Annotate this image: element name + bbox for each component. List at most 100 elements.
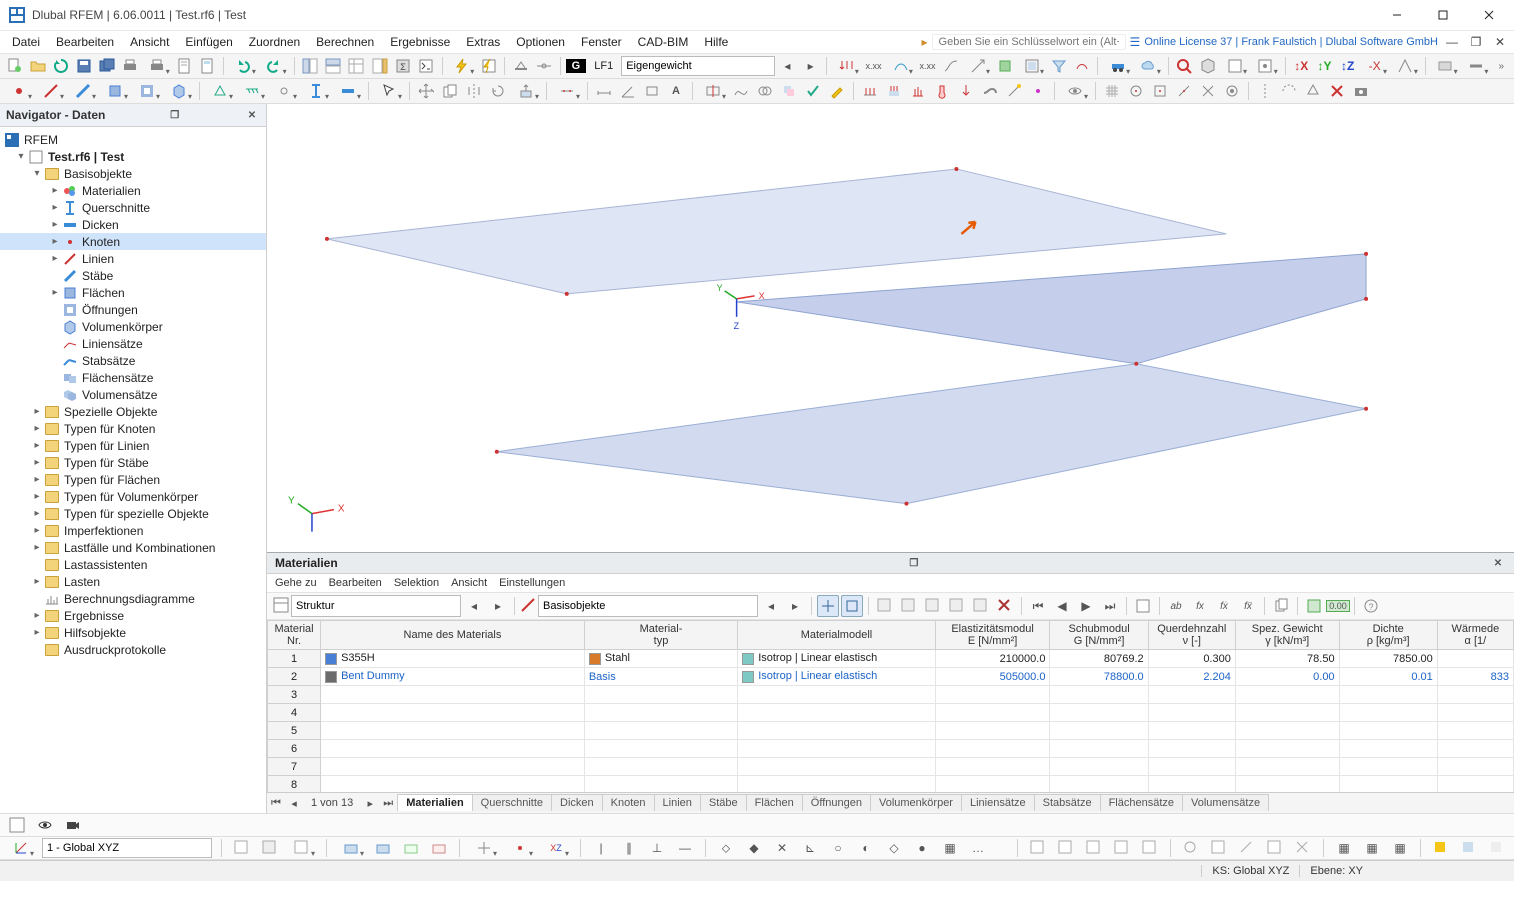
collapse-icon[interactable]: ▾	[30, 168, 44, 179]
section-button[interactable]	[301, 80, 331, 102]
axis-z-button[interactable]: ↕Z	[1337, 55, 1358, 77]
support-node-button[interactable]	[205, 80, 235, 102]
table-row[interactable]: 4	[268, 704, 1514, 722]
tree-spezielle[interactable]: ▸Spezielle Objekte	[0, 403, 266, 420]
tree-querschnitte[interactable]: ▸Querschnitte	[0, 199, 266, 216]
tree-lastassistenten[interactable]: Lastassistenten	[0, 556, 266, 573]
menu-extras[interactable]: Extras	[458, 33, 508, 51]
close-button[interactable]	[1466, 0, 1512, 30]
expand-icon[interactable]: ▸	[30, 457, 44, 468]
snap1-button[interactable]	[1125, 80, 1147, 102]
axis-y-button[interactable]: ↕Y	[1314, 55, 1335, 77]
tree-basisobjekte[interactable]: ▾ Basisobjekte	[0, 165, 266, 182]
mirror-button[interactable]	[463, 80, 485, 102]
pipe-button[interactable]	[979, 80, 1001, 102]
tree-imperfektionen[interactable]: ▸Imperfektionen	[0, 522, 266, 539]
panel-filter-button[interactable]	[1132, 595, 1154, 617]
redo-button[interactable]	[260, 55, 289, 77]
expand-icon[interactable]: ▸	[30, 423, 44, 434]
menu-bearbeiten[interactable]: Bearbeiten	[48, 33, 122, 51]
right-btn-3[interactable]	[1083, 837, 1105, 859]
panel-btn-c[interactable]	[922, 595, 944, 617]
panel-undock-button[interactable]: ❐	[906, 555, 922, 571]
panel-fx1-button[interactable]: fx	[1189, 595, 1211, 617]
panel-fx3-button[interactable]: fẍ	[1237, 595, 1259, 617]
visibility-button[interactable]	[1060, 80, 1090, 102]
new-model-button[interactable]	[4, 55, 25, 77]
expand-icon[interactable]: ▸	[30, 610, 44, 621]
tree-volumen[interactable]: Volumenkörper	[0, 318, 266, 335]
panel-btn-e[interactable]	[970, 595, 992, 617]
edit-node-button[interactable]	[826, 80, 848, 102]
panel-next1-button[interactable]: ▸	[487, 595, 509, 617]
table-row[interactable]: 5	[268, 722, 1514, 740]
select-button[interactable]	[374, 80, 404, 102]
col-num[interactable]: Material Nr.	[268, 621, 321, 650]
panel-fx2-button[interactable]: fẋ	[1213, 595, 1235, 617]
extrude-button[interactable]	[511, 80, 541, 102]
tree-dicken[interactable]: ▸Dicken	[0, 216, 266, 233]
right-grid-2[interactable]: ▦	[1361, 837, 1383, 859]
bool-button[interactable]	[778, 80, 800, 102]
right-btn-1[interactable]	[1027, 837, 1049, 859]
line-load-button[interactable]	[859, 80, 881, 102]
expand-icon[interactable]: ▸	[48, 287, 62, 298]
wp-camera-button[interactable]	[62, 814, 84, 836]
panel-menu-selektion[interactable]: Selektion	[394, 577, 439, 589]
axis-custom-button[interactable]	[1391, 55, 1420, 77]
table-row[interactable]: 3	[268, 686, 1514, 704]
col-model[interactable]: Materialmodell	[738, 621, 936, 650]
new-node-button[interactable]	[4, 80, 34, 102]
cs-grid2-button[interactable]	[372, 837, 394, 859]
tab-liniensätze[interactable]: Liniensätze	[961, 794, 1035, 811]
right-btn-10[interactable]	[1292, 837, 1314, 859]
panel-btn-d[interactable]	[946, 595, 968, 617]
imposed-button[interactable]	[955, 80, 977, 102]
panel-goto-first-button[interactable]: ⏮	[1027, 595, 1049, 617]
print-button[interactable]	[120, 55, 141, 77]
tab-öffnungen[interactable]: Öffnungen	[802, 794, 871, 811]
view-user-button[interactable]	[1251, 55, 1280, 77]
tree-liniensaetze[interactable]: Liniensätze	[0, 335, 266, 352]
navigator-tree[interactable]: RFEM ▾ Test.rf6 | Test ▾ Basisobjekte ▸M…	[0, 127, 266, 813]
calc-button[interactable]: Σ	[392, 55, 413, 77]
cs-grid-button[interactable]	[336, 837, 366, 859]
new-surface-button[interactable]	[100, 80, 130, 102]
tab-materialien[interactable]: Materialien	[397, 794, 472, 811]
guide2-button[interactable]	[1278, 80, 1300, 102]
col-gamma[interactable]: Spez. Gewicht γ [kN/m³]	[1235, 621, 1339, 650]
cs-btn-2[interactable]	[259, 837, 281, 859]
snap-int[interactable]: ✕	[771, 837, 793, 859]
tree-typen-linien[interactable]: ▸Typen für Linien	[0, 437, 266, 454]
tab-querschnitte[interactable]: Querschnitte	[472, 794, 552, 811]
results-show-button[interactable]	[886, 55, 915, 77]
hinge-button[interactable]	[269, 80, 299, 102]
tabs-prev-button[interactable]: ◂	[285, 797, 303, 810]
expand-icon[interactable]: ▸	[30, 406, 44, 417]
tree-typen-flaechen[interactable]: ▸Typen für Flächen	[0, 471, 266, 488]
area-load-button[interactable]	[883, 80, 905, 102]
lightning-button[interactable]	[447, 55, 476, 77]
panel-goto-prev-button[interactable]: ◀	[1051, 595, 1073, 617]
tab-knoten[interactable]: Knoten	[602, 794, 655, 811]
col-nu[interactable]: Querdehnzahl ν [-]	[1148, 621, 1235, 650]
cs-btn-1[interactable]	[231, 837, 253, 859]
script-button[interactable]	[415, 55, 436, 77]
loadcase-combo[interactable]	[621, 56, 775, 76]
table-row[interactable]: 1S355HStahlIsotrop | Linear elastisch210…	[268, 650, 1514, 668]
snap-mid[interactable]: ◆	[743, 837, 765, 859]
3d-viewport[interactable]: X Y Z X Y Z	[267, 104, 1514, 552]
search-input[interactable]	[932, 34, 1126, 50]
tree-typen-knoten[interactable]: ▸Typen für Knoten	[0, 420, 266, 437]
iso-button[interactable]	[994, 55, 1015, 77]
scale-button[interactable]	[963, 55, 992, 77]
panel-goto-next-button[interactable]: ▶	[1075, 595, 1097, 617]
guide1-button[interactable]	[1254, 80, 1276, 102]
cs-grid4-button[interactable]	[428, 837, 450, 859]
supports-show-button[interactable]	[510, 55, 531, 77]
expand-icon[interactable]: ▸	[48, 236, 62, 247]
right-btn-9[interactable]	[1264, 837, 1286, 859]
expand-icon[interactable]: ▸	[48, 253, 62, 264]
save-all-button[interactable]	[97, 55, 118, 77]
panel-help-button[interactable]: ?	[1360, 595, 1382, 617]
